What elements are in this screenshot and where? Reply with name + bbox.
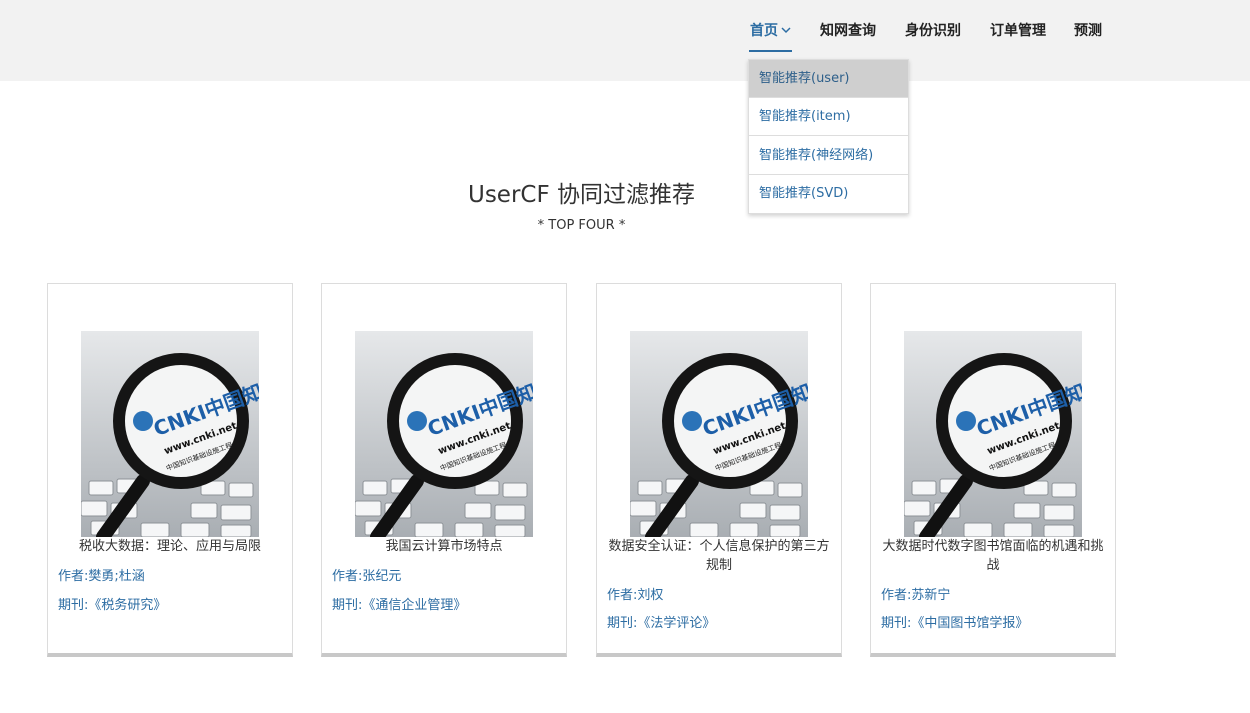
paper-journal[interactable]: 期刊:《通信企业管理》: [332, 594, 466, 613]
recommendation-card[interactable]: CNKI中国知网 www.cnki.net 中国知识基础设施工程 数据安全认证：…: [596, 283, 842, 657]
paper-author[interactable]: 作者:刘权: [607, 584, 663, 603]
cnki-magnifier-image: CNKI中国知网 www.cnki.net 中国知识基础设施工程: [355, 331, 533, 537]
nav-prediction[interactable]: 预测: [1074, 20, 1102, 40]
main-nav: 首页 知网查询 身份识别 订单管理 预测: [0, 0, 1250, 81]
cnki-magnifier-image: CNKI中国知网 www.cnki.net 中国知识基础设施工程: [630, 331, 808, 537]
paper-journal[interactable]: 期刊:《法学评论》: [607, 612, 715, 631]
paper-author[interactable]: 作者:樊勇;杜涵: [58, 565, 145, 584]
dropdown-item-item[interactable]: 智能推荐(item): [749, 98, 908, 136]
nav-cnki-search[interactable]: 知网查询: [820, 20, 876, 40]
nav-order-management[interactable]: 订单管理: [990, 20, 1046, 40]
nav-identity-recognition[interactable]: 身份识别: [905, 20, 961, 40]
cnki-magnifier-image: CNKI中国知网 www.cnki.net 中国知识基础设施工程: [81, 331, 259, 537]
recommendation-card[interactable]: CNKI中国知网 www.cnki.net 中国知识基础设施工程 我国云计算市场…: [321, 283, 567, 657]
recommendation-card[interactable]: CNKI中国知网 www.cnki.net 中国知识基础设施工程 大数据时代数字…: [870, 283, 1116, 657]
paper-author[interactable]: 作者:张纪元: [332, 565, 401, 584]
paper-journal[interactable]: 期刊:《税务研究》: [58, 594, 166, 613]
nav-home[interactable]: 首页: [750, 20, 792, 40]
dropdown-item-user[interactable]: 智能推荐(user): [749, 60, 908, 98]
recommendation-card[interactable]: CNKI中国知网 www.cnki.net 中国知识基础设施工程 税收大数据：理…: [47, 283, 293, 657]
paper-author[interactable]: 作者:苏新宁: [881, 584, 950, 603]
page-subtitle: * TOP FOUR *: [537, 218, 626, 233]
paper-journal[interactable]: 期刊:《中国图书馆学报》: [881, 612, 1028, 631]
nav-home-label: 首页: [750, 23, 778, 39]
dropdown-item-neural-network[interactable]: 智能推荐(神经网络): [749, 137, 908, 175]
cnki-magnifier-image: CNKI中国知网 www.cnki.net 中国知识基础设施工程: [904, 331, 1082, 537]
paper-title[interactable]: 数据安全认证：个人信息保护的第三方规制: [605, 537, 833, 575]
page-title: UserCF 协同过滤推荐: [467, 182, 696, 208]
paper-title[interactable]: 税收大数据：理论、应用与局限: [56, 537, 284, 556]
nav-active-indicator: [749, 50, 792, 52]
chevron-down-icon: [781, 27, 791, 34]
paper-title[interactable]: 大数据时代数字图书馆面临的机遇和挑战: [879, 537, 1107, 575]
paper-title[interactable]: 我国云计算市场特点: [330, 537, 558, 556]
